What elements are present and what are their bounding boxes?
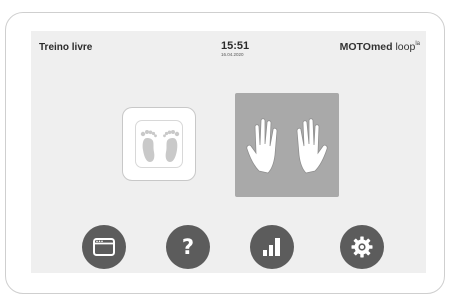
clock-date: 16.04.2020 (221, 52, 244, 57)
hands-icon (246, 118, 328, 174)
help-icon: ? (181, 235, 195, 259)
arms-mode-button[interactable] (235, 93, 339, 197)
window-icon (93, 238, 115, 256)
touch-screen: Treino livre 15:51 16.04.2020 MOTOmed lo… (31, 31, 426, 273)
settings-button[interactable] (340, 225, 384, 269)
brand-name: MOTOmed (339, 41, 393, 53)
statistics-button[interactable] (250, 225, 294, 269)
clock: 15:51 16.04.2020 (221, 41, 249, 58)
programs-button[interactable] (82, 225, 126, 269)
brand-model: loop (392, 41, 416, 53)
legs-mode-button[interactable] (122, 107, 196, 181)
feet-icon (140, 130, 180, 162)
bar-chart-icon (263, 238, 280, 256)
gear-icon (351, 236, 373, 258)
brand-logo: MOTOmed loopla (340, 41, 420, 53)
help-button[interactable]: ? (166, 225, 210, 269)
mode-title: Treino livre (39, 42, 93, 53)
clock-time: 15:51 (221, 40, 250, 52)
brand-superscript: la (415, 41, 420, 47)
